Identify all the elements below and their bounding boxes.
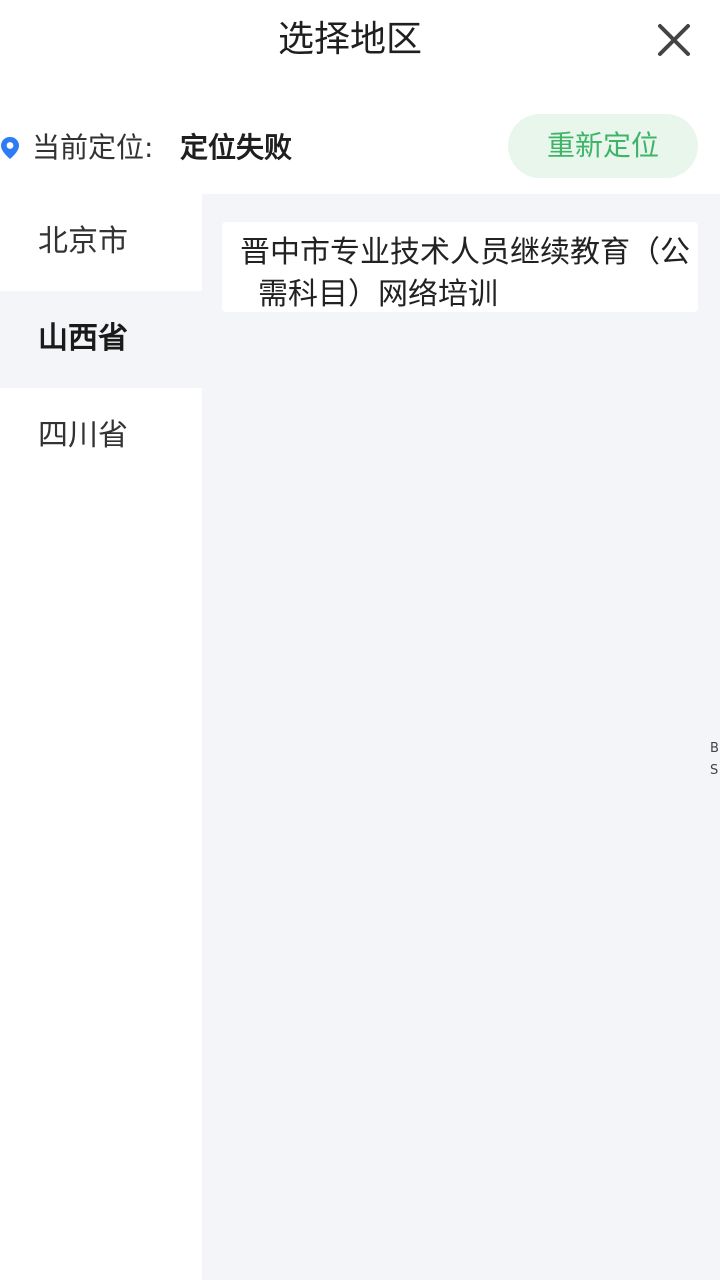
page-title: 选择地区	[277, 19, 422, 60]
current-location-label: 当前定位:	[32, 131, 154, 164]
edge-overlay-text: B S	[710, 738, 720, 782]
region-selector-page: 选择地区 当前定位: 定位失败 重新定位 北京市 山西省 四川省 晋中市专业技术…	[0, 0, 720, 1280]
header: 选择地区	[0, 0, 720, 82]
list-item[interactable]: 晋中市专业技术人员继续教育（公需科目）网络培训	[222, 222, 698, 312]
edge-text-line: B	[710, 741, 719, 756]
sidebar-item-label: 山西省	[38, 321, 128, 356]
sidebar-item-label: 四川省	[38, 418, 128, 453]
course-title: 晋中市专业技术人员继续教育（公需科目）网络培训	[240, 235, 690, 312]
sidebar-item-beijing[interactable]: 北京市	[0, 194, 202, 291]
sidebar-item-label: 北京市	[38, 224, 128, 259]
sidebar-item-sichuan[interactable]: 四川省	[0, 388, 202, 485]
location-pin-icon	[1, 137, 19, 159]
current-location-row: 当前定位: 定位失败 重新定位	[0, 110, 720, 182]
close-icon	[658, 24, 690, 56]
relocate-button[interactable]: 重新定位	[508, 114, 698, 178]
course-list: 晋中市专业技术人员继续教育（公需科目）网络培训	[202, 194, 720, 1280]
location-status: 定位失败	[180, 131, 293, 164]
close-button[interactable]	[650, 16, 698, 64]
province-sidebar: 北京市 山西省 四川省	[0, 194, 202, 1280]
edge-text-line: S	[710, 763, 719, 778]
sidebar-item-shanxi[interactable]: 山西省	[0, 291, 202, 388]
